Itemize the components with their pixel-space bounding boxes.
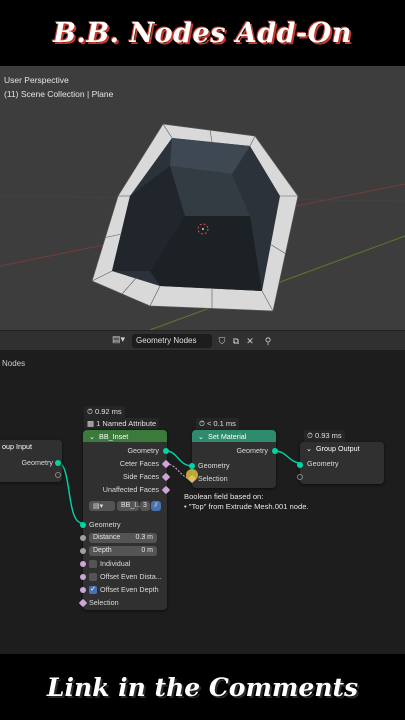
depth-value: 0 m	[141, 547, 153, 554]
socket-geometry-out[interactable]	[272, 448, 278, 454]
3d-viewport[interactable]: User Perspective (11) Scene Collection |…	[0, 66, 405, 330]
chevron-down-icon: ⌄	[306, 443, 313, 453]
duplicate-icon[interactable]: ⧉	[230, 334, 242, 348]
bb-inset-timing: ⏱ 0.92 ms	[84, 406, 125, 418]
socket-geometry-in[interactable]	[297, 462, 303, 468]
viewport-collection: (11) Scene Collection | Plane	[4, 89, 114, 99]
group-output-title: Group Output	[316, 443, 360, 453]
set-material-timing: ⏱ < 0.1 ms	[196, 418, 239, 430]
close-icon[interactable]: ✕	[244, 334, 256, 348]
node-editor-canvas[interactable]: Nodes oup Input Geometry ⏱ 0.92 ms ▦ 1 N…	[0, 350, 405, 654]
individual-checkbox[interactable]	[89, 560, 97, 568]
set-material-input-geometry: Geometry	[198, 461, 230, 470]
offset-even-depth-label: Offset Even Depth	[100, 585, 159, 594]
distance-value: 0.3 m	[135, 534, 153, 541]
bb-inset-attribute: ▦ 1 Named Attribute	[84, 418, 160, 429]
selection-tooltip: Boolean field based on: • "Top" from Ext…	[184, 492, 309, 512]
selection-label: Selection	[89, 598, 119, 607]
mouse-cursor-highlight	[186, 469, 198, 481]
pin-icon[interactable]: ⚲	[262, 334, 274, 348]
node-editor-header: ▤▾ Geometry Nodes ⛉ ⧉ ✕ ⚲	[0, 330, 405, 350]
editor-type-selector[interactable]: ▤▾	[112, 334, 130, 348]
depth-label: Depth	[93, 547, 112, 554]
socket-offset-even-depth[interactable]	[80, 587, 86, 593]
output-unaffected-faces: Unaffected Faces	[102, 485, 159, 494]
group-name-field[interactable]: BB_I...	[117, 501, 142, 511]
set-material-title: Set Material	[208, 431, 247, 441]
distance-field[interactable]: Distance 0.3 m	[89, 533, 157, 543]
footer-banner: Link in the Comments	[0, 654, 405, 720]
offset-even-depth-checkbox[interactable]: ✓	[89, 586, 97, 594]
group-input-title: oup Input	[0, 440, 62, 452]
group-output-header[interactable]: ⌄ Group Output	[300, 442, 384, 454]
tooltip-line-1: Boolean field based on:	[184, 492, 264, 501]
socket-extend[interactable]	[297, 474, 303, 480]
group-input-node[interactable]: oup Input Geometry	[0, 440, 62, 482]
offset-even-distance-label: Offset Even Dista...	[100, 572, 162, 581]
socket-individual[interactable]	[80, 561, 86, 567]
group-type-icon[interactable]: ▤▾	[89, 501, 115, 511]
output-side-faces: Side Faces	[123, 472, 159, 481]
socket-depth[interactable]	[80, 548, 86, 554]
group-input-geometry: Geometry	[21, 458, 53, 467]
chevron-down-icon: ⌄	[198, 431, 205, 441]
socket-geometry-out[interactable]	[55, 460, 61, 466]
group-output-node[interactable]: ⌄ Group Output Geometry	[297, 442, 384, 484]
socket-extend[interactable]	[55, 472, 61, 478]
shield-icon[interactable]: ⛉	[216, 334, 228, 348]
input-geometry: Geometry	[89, 520, 121, 529]
socket-geometry-out[interactable]	[163, 448, 169, 454]
depth-field[interactable]: Depth 0 m	[89, 546, 157, 556]
viewport-perspective: User Perspective	[4, 75, 69, 85]
node-editor-icon: ▤▾	[112, 334, 126, 344]
bb-inset-node[interactable]: ⌄ BB_Inset Geometry Ceter Faces Side Fac…	[78, 430, 171, 610]
output-geometry: Geometry	[127, 446, 159, 455]
viewport-scene	[0, 123, 405, 330]
bb-inset-title: BB_Inset	[99, 431, 129, 441]
node-tree-selector[interactable]: Geometry Nodes	[132, 334, 212, 348]
socket-offset-even-distance[interactable]	[80, 574, 86, 580]
title-banner: B.B. Nodes Add-On	[0, 0, 405, 66]
group-output-geometry: Geometry	[307, 459, 339, 468]
tooltip-line-2: • "Top" from Extrude Mesh.001 node.	[184, 502, 309, 511]
distance-label: Distance	[93, 534, 121, 541]
set-material-input-selection: Selection	[198, 474, 228, 483]
group-users-count[interactable]: 3	[140, 501, 150, 511]
socket-geometry-in[interactable]	[80, 522, 86, 528]
individual-label: Individual	[100, 559, 131, 568]
group-output-timing: ⏱ 0.93 ms	[304, 430, 345, 442]
fake-user-icon[interactable]: ⫽	[151, 501, 161, 511]
output-center-faces: Ceter Faces	[119, 459, 159, 468]
socket-distance[interactable]	[80, 535, 86, 541]
bb-inset-header[interactable]: ⌄ BB_Inset	[83, 430, 167, 442]
banner-title: B.B. Nodes Add-On	[53, 17, 352, 49]
set-material-output: Geometry	[236, 446, 268, 455]
chevron-down-icon: ⌄	[89, 431, 96, 441]
set-material-node[interactable]: ⌄ Set Material Geometry Geometry Selecti…	[187, 430, 278, 488]
offset-even-distance-checkbox[interactable]	[89, 573, 97, 581]
banner-footer: Link in the Comments	[46, 672, 359, 702]
set-material-header[interactable]: ⌄ Set Material	[192, 430, 276, 442]
